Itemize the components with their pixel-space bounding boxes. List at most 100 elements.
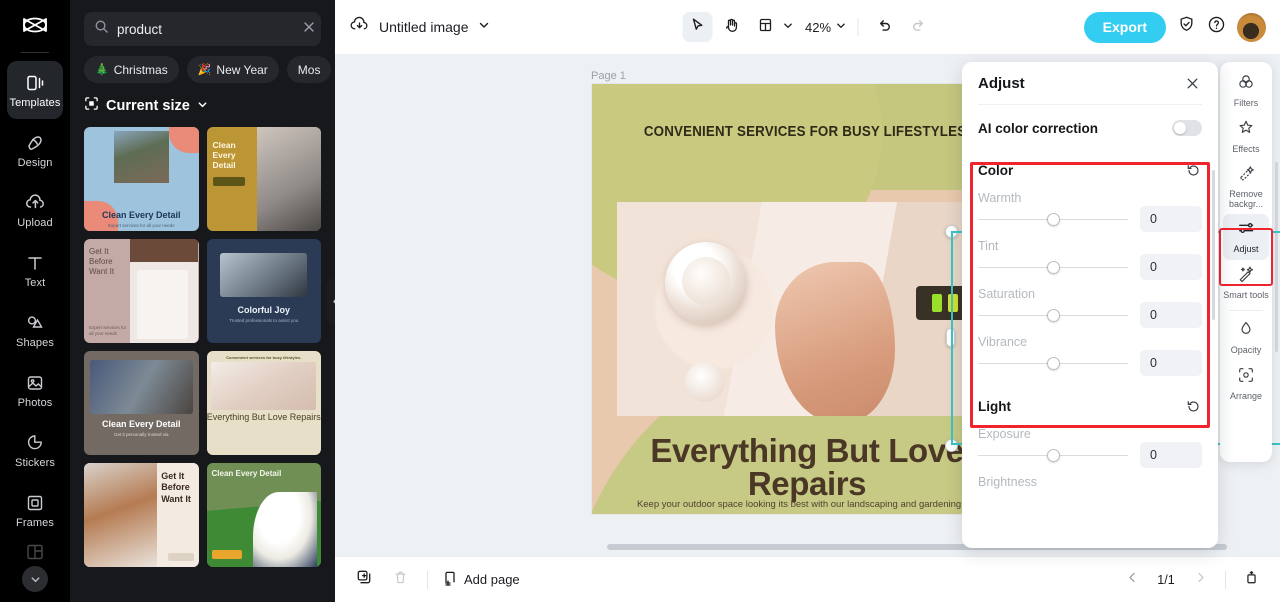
- tint-slider[interactable]: [978, 256, 1128, 278]
- search-wrapper: [70, 0, 335, 46]
- warmth-value[interactable]: 0: [1140, 206, 1202, 232]
- sidebar-item-text[interactable]: Text: [7, 241, 63, 299]
- saturation-slider[interactable]: [978, 304, 1128, 326]
- tool-rail-scrollbar[interactable]: [1275, 162, 1278, 352]
- artboard-subtitle[interactable]: Keep your outdoor space looking its best…: [610, 499, 1004, 510]
- chip-new-year[interactable]: 🎉 New Year: [186, 56, 279, 83]
- artboard[interactable]: CONVENIENT SERVICES FOR BUSY LIFESTYLES.…: [592, 84, 1022, 514]
- reset-icon[interactable]: [1184, 161, 1202, 179]
- bottom-divider-2: [1225, 570, 1226, 589]
- sidebar-item-label: Upload: [17, 216, 53, 229]
- sidebar-item-stickers[interactable]: Stickers: [7, 421, 63, 479]
- shield-check-icon[interactable]: [1177, 15, 1196, 39]
- chevron-down-icon: [835, 18, 846, 36]
- expand-rail-button[interactable]: [22, 566, 48, 592]
- top-toolbar: Untitled image 42% Export: [335, 0, 1280, 54]
- export-button[interactable]: Export: [1083, 11, 1166, 43]
- selection-handle-middle-left[interactable]: [946, 328, 955, 347]
- collapse-panel-handle[interactable]: [326, 278, 335, 324]
- capcut-logo[interactable]: [15, 12, 55, 46]
- chip-christmas[interactable]: 🎄 Christmas: [84, 56, 179, 83]
- select-tool-button[interactable]: [681, 12, 712, 42]
- tool-smart-tools[interactable]: Smart tools: [1223, 260, 1269, 306]
- search-box[interactable]: [84, 12, 321, 46]
- artboard-headline[interactable]: CONVENIENT SERVICES FOR BUSY LIFESTYLES.: [609, 124, 1005, 140]
- adjust-panel-scrollbar[interactable]: [1212, 170, 1215, 320]
- reset-icon[interactable]: [1184, 397, 1202, 415]
- template-grid: Clean Every Detail Expert services for a…: [70, 123, 335, 567]
- redo-icon: [910, 17, 926, 38]
- close-icon[interactable]: [1182, 73, 1202, 93]
- template-thumbnail[interactable]: Clean Every Detail Get it personally tru…: [84, 351, 199, 455]
- template-thumbnail[interactable]: Clean Every Detail: [206, 127, 321, 231]
- clear-search-icon[interactable]: [302, 20, 316, 39]
- template-thumbnail[interactable]: Clean Every Detail: [206, 463, 321, 567]
- template-thumbnail[interactable]: Convenient services for busy lifestyles.…: [206, 351, 321, 455]
- avatar[interactable]: [1237, 12, 1266, 42]
- layout-tool-button[interactable]: [750, 12, 793, 42]
- chip-most-popular[interactable]: Mos: [286, 56, 332, 83]
- help-circle-icon[interactable]: [1207, 15, 1226, 39]
- tool-filters[interactable]: Filters: [1223, 68, 1269, 114]
- template-thumbnail[interactable]: Get It Before Want It: [84, 463, 199, 567]
- tool-arrange[interactable]: Arrange: [1223, 361, 1269, 407]
- thumbnail-subtitle: Get it personally trusted via: [113, 432, 169, 437]
- sidebar-item-templates[interactable]: Templates: [7, 61, 63, 119]
- tool-effects[interactable]: Effects: [1223, 114, 1269, 160]
- app-root: Templates Design Upload Text Shapes Phot…: [0, 0, 1280, 602]
- exposure-label: Exposure: [978, 427, 1031, 441]
- add-page-button[interactable]: Add page: [442, 570, 520, 589]
- tool-adjust[interactable]: Adjust: [1223, 213, 1269, 260]
- exposure-slider[interactable]: [978, 444, 1128, 466]
- sidebar-item-shapes[interactable]: Shapes: [7, 301, 63, 359]
- undo-button[interactable]: [869, 12, 899, 42]
- light-section-title: Light: [978, 398, 1011, 414]
- warmth-label: Warmth: [978, 191, 1022, 205]
- vibrance-slider[interactable]: [978, 352, 1128, 374]
- chevron-right-icon: [1194, 571, 1207, 589]
- tint-control: 0: [978, 253, 1202, 281]
- thumbnail-subtitle: Expert services for all your needs: [89, 325, 127, 337]
- saturation-value[interactable]: 0: [1140, 302, 1202, 328]
- duplicate-page-button[interactable]: [351, 567, 377, 593]
- tool-label: Arrange: [1229, 391, 1263, 402]
- light-section-header: Light: [978, 391, 1202, 421]
- redo-button[interactable]: [903, 12, 933, 42]
- page-grid-button[interactable]: [1238, 567, 1264, 593]
- delete-page-button[interactable]: [387, 567, 413, 593]
- thumbnail-title: Clean Every Detail: [211, 469, 282, 478]
- tint-value[interactable]: 0: [1140, 254, 1202, 280]
- color-section-header: Color: [978, 155, 1202, 185]
- adjust-panel-header: Adjust: [962, 62, 1218, 104]
- cloud-save-icon[interactable]: [349, 15, 370, 39]
- sidebar-item-frames[interactable]: Frames: [7, 481, 63, 539]
- ai-color-correction-toggle[interactable]: [1172, 120, 1202, 136]
- template-thumbnail[interactable]: Colorful Joy Trusted professionals to as…: [206, 239, 321, 343]
- bottom-divider: [427, 570, 428, 589]
- next-page-button[interactable]: [1187, 567, 1213, 593]
- text-icon: [24, 252, 46, 274]
- selection-handle-bottom-left[interactable]: [945, 439, 958, 452]
- current-size-label: Current size: [106, 97, 190, 114]
- exposure-value[interactable]: 0: [1140, 442, 1202, 468]
- vibrance-value[interactable]: 0: [1140, 350, 1202, 376]
- chip-label: Christmas: [113, 62, 168, 77]
- zoom-control[interactable]: 42%: [803, 18, 846, 36]
- sidebar-item-upload[interactable]: Upload: [7, 181, 63, 239]
- sidebar-item-design[interactable]: Design: [7, 121, 63, 179]
- tool-remove-background[interactable]: Remove backgr...: [1223, 160, 1269, 214]
- tool-opacity[interactable]: Opacity: [1223, 315, 1269, 361]
- template-thumbnail[interactable]: Get It Before Want It Expert services for…: [84, 239, 199, 343]
- page-nav-group: 1/1: [1119, 567, 1264, 593]
- selection-handle-top-left[interactable]: [945, 225, 958, 238]
- bottom-toolbar: Add page 1/1: [335, 556, 1280, 602]
- search-input[interactable]: [117, 21, 294, 37]
- template-thumbnail[interactable]: Clean Every Detail Expert services for a…: [84, 127, 199, 231]
- prev-page-button[interactable]: [1119, 567, 1145, 593]
- sidebar-item-photos[interactable]: Photos: [7, 361, 63, 419]
- hand-tool-button[interactable]: [716, 12, 746, 42]
- warmth-slider[interactable]: [978, 208, 1128, 230]
- chevron-down-icon[interactable]: [478, 18, 490, 36]
- document-title[interactable]: Untitled image: [379, 19, 469, 35]
- current-size-filter[interactable]: Current size: [70, 88, 335, 123]
